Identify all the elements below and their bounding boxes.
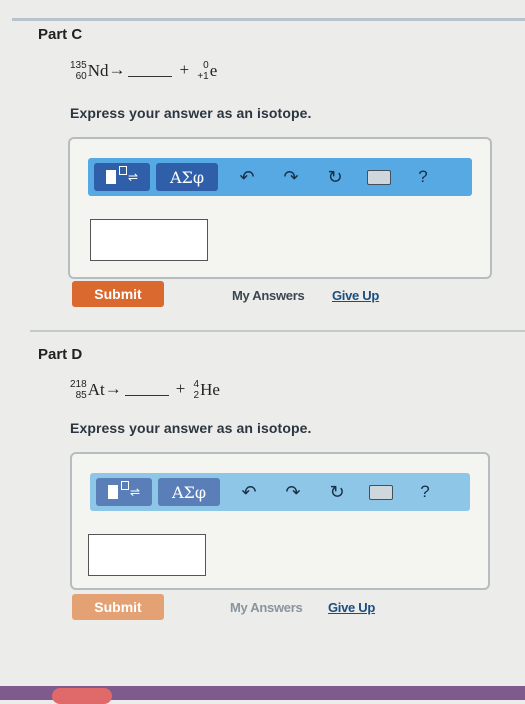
product-isotope: 0 +1 e	[197, 60, 218, 83]
part-c-my-answers-link[interactable]: My Answers	[232, 288, 305, 303]
redo-icon[interactable]: ↷	[276, 163, 306, 191]
part-c-toolbar: ⇌ ΑΣφ ↶ ↷ ↻ ?	[88, 158, 472, 196]
part-c-give-up-link[interactable]: Give Up	[332, 288, 379, 303]
part-d-submit-button[interactable]: Submit	[72, 594, 164, 620]
part-d-equation: 218 85 At → + 4 2 He	[70, 379, 220, 402]
part-c-equation: 135 60 Nd → + 0 +1 e	[70, 60, 218, 83]
help-icon[interactable]: ?	[410, 478, 440, 506]
part-c-submit-button[interactable]: Submit	[72, 281, 164, 307]
part-d-title: Part D	[38, 346, 83, 363]
part-c-title: Part C	[38, 26, 83, 43]
part-d-answer-area: ⇌ ΑΣφ ↶ ↷ ↻ ?	[70, 452, 490, 590]
top-divider	[12, 18, 525, 21]
part-c-instruction: Express your answer as an isotope.	[70, 105, 312, 121]
keyboard-icon[interactable]	[366, 478, 396, 506]
part-d-give-up-link[interactable]: Give Up	[328, 600, 375, 615]
greek-symbols-button[interactable]: ΑΣφ	[158, 478, 220, 506]
part-d-instruction: Express your answer as an isotope.	[70, 420, 312, 436]
part-c-answer-input[interactable]	[90, 219, 208, 261]
part-d-answer-input[interactable]	[88, 534, 206, 576]
template-icon	[107, 481, 129, 499]
part-d-toolbar: ⇌ ΑΣφ ↶ ↷ ↻ ?	[90, 473, 470, 511]
greek-symbols-button[interactable]: ΑΣφ	[156, 163, 218, 191]
reaction-arrow: →	[104, 379, 122, 398]
part-c-answer-area: ⇌ ΑΣφ ↶ ↷ ↻ ?	[68, 137, 492, 279]
template-icon	[105, 166, 127, 184]
keyboard-icon[interactable]	[364, 163, 394, 191]
template-button[interactable]: ⇌	[94, 163, 150, 191]
reaction-arrow: →	[108, 60, 126, 79]
reactant-isotope: 218 85 At	[70, 379, 105, 402]
part-d-my-answers-link[interactable]: My Answers	[230, 600, 303, 615]
template-button[interactable]: ⇌	[96, 478, 152, 506]
reset-icon[interactable]: ↻	[320, 163, 350, 191]
bottom-window-edge	[0, 686, 525, 704]
reactant-isotope: 135 60 Nd	[70, 60, 109, 83]
undo-icon[interactable]: ↶	[232, 163, 262, 191]
product-isotope: 4 2 He	[193, 379, 220, 402]
help-icon[interactable]: ?	[408, 163, 438, 191]
redo-icon[interactable]: ↷	[278, 478, 308, 506]
reset-icon[interactable]: ↻	[322, 478, 352, 506]
unknown-blank	[128, 76, 173, 77]
section-divider	[30, 330, 525, 332]
unknown-blank	[124, 395, 169, 396]
undo-icon[interactable]: ↶	[234, 478, 264, 506]
